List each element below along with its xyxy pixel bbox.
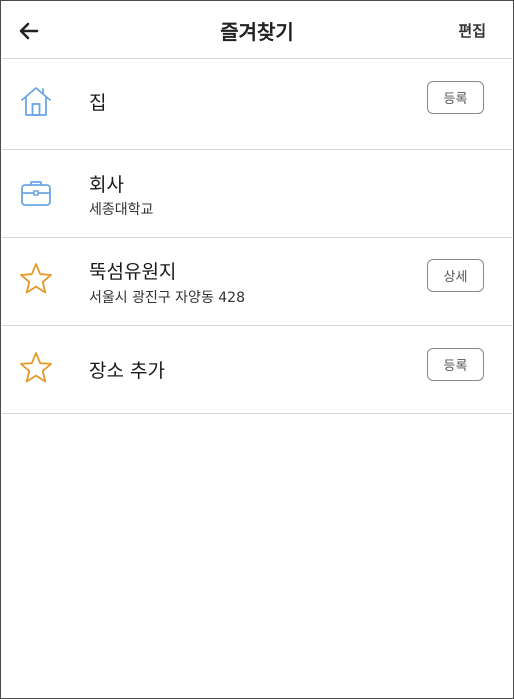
edit-button[interactable]: 편집 xyxy=(458,20,486,41)
favorite-name: 뚝섬유원지 xyxy=(89,261,177,283)
register-button[interactable]: 등록 xyxy=(427,348,484,381)
favorites-screen: 즐겨찾기 편집 집 등록 회사 세종대학교 뚝섬유원지 서울시 광진구 자양동 … xyxy=(0,0,514,699)
favorite-name: 집 xyxy=(89,92,107,114)
top-bar: 즐겨찾기 편집 xyxy=(2,2,512,59)
favorite-item-home[interactable]: 집 등록 xyxy=(2,59,512,150)
register-button[interactable]: 등록 xyxy=(427,81,484,114)
page-title: 즐겨찾기 xyxy=(220,20,294,44)
favorite-item-add-place[interactable]: 장소 추가 등록 xyxy=(2,326,512,414)
briefcase-icon xyxy=(18,175,54,211)
star-icon xyxy=(18,350,54,386)
favorite-address: 세종대학교 xyxy=(89,202,154,218)
favorite-address: 서울시 광진구 자양동 428 xyxy=(89,290,245,306)
favorite-item-ttukseom[interactable]: 뚝섬유원지 서울시 광진구 자양동 428 상세 xyxy=(2,238,512,326)
home-icon xyxy=(18,83,54,119)
detail-button[interactable]: 상세 xyxy=(427,259,484,292)
favorite-name: 장소 추가 xyxy=(89,360,165,382)
favorite-item-work[interactable]: 회사 세종대학교 xyxy=(2,150,512,238)
star-icon xyxy=(18,261,54,297)
favorite-name: 회사 xyxy=(89,174,124,196)
